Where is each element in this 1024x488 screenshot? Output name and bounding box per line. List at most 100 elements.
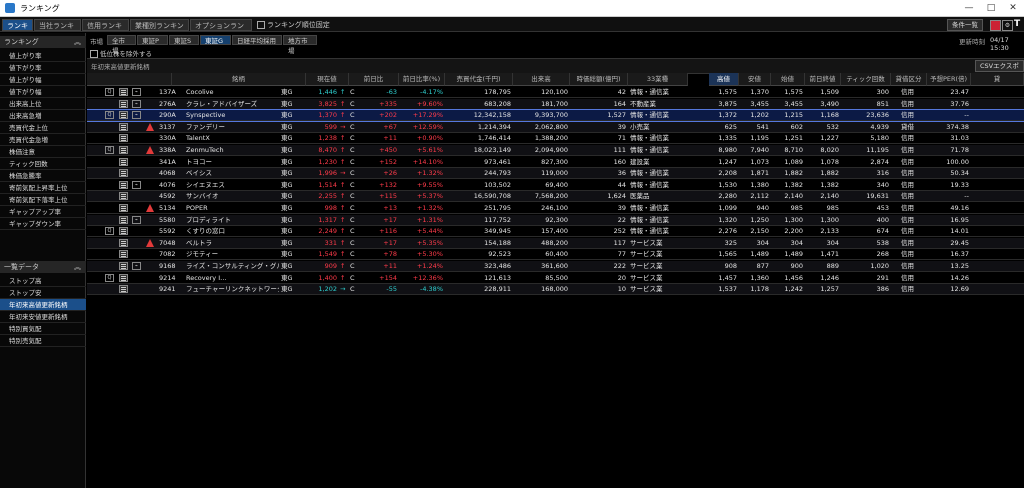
sidebar-item-3[interactable]: 値下がり幅 bbox=[0, 86, 86, 98]
sidebar-list-item-4[interactable]: 特別買気配 bbox=[0, 323, 86, 335]
column-header-7[interactable]: 33業種 bbox=[628, 73, 688, 86]
sidebar-item-9[interactable]: ティック回数 bbox=[0, 158, 86, 170]
market-tab-2[interactable]: 東証S bbox=[169, 35, 199, 45]
fix-ranking-checkbox[interactable] bbox=[257, 21, 265, 29]
chart-icon[interactable]: ⌁ bbox=[132, 88, 141, 96]
board-icon[interactable] bbox=[119, 111, 128, 120]
sidebar-item-14[interactable]: ギャップダウン率 bbox=[0, 218, 86, 230]
maximize-button[interactable]: □ bbox=[984, 1, 998, 15]
tab-0[interactable]: ランキング bbox=[2, 19, 33, 42]
fix-ranking-toggle[interactable]: ランキング順位固定 bbox=[257, 20, 330, 30]
column-header-13[interactable]: 貸借区分 bbox=[891, 73, 927, 86]
board-icon[interactable] bbox=[119, 227, 128, 236]
table-row[interactable]: 3137 ファンデリー 東G 599 → C +67 +12.59% 1,214,394 2,06… bbox=[87, 121, 1024, 133]
column-header-1[interactable]: 現在値 bbox=[306, 73, 349, 86]
stock-name[interactable]: TalentX bbox=[184, 133, 279, 143]
market-tab-3[interactable]: 東証G bbox=[200, 35, 231, 45]
column-header-8[interactable]: 高値 bbox=[709, 73, 739, 86]
table-row[interactable]: Q ⌁ 137A Cocolive 東G 1,446 ↑ C -63 -4.17% 178,795 1… bbox=[87, 87, 1024, 98]
sidebar-item-8[interactable]: 株価注意 bbox=[0, 146, 86, 158]
sidebar-list-item-5[interactable]: 特別売気配 bbox=[0, 335, 86, 347]
table-row[interactable]: 341A トヨコー 東G 1,230 ↑ C +152 +14.10% 973,461 827,3… bbox=[87, 157, 1024, 168]
collapse-chevron-icon[interactable]: ︽ bbox=[74, 36, 81, 48]
color-icon[interactable] bbox=[990, 20, 1001, 31]
table-row[interactable]: ⌁9168ライズ・コンサルティング・グル…東G909↑C+11+1.24%323… bbox=[87, 261, 1024, 272]
sidebar-list-item-0[interactable]: ストップ高 bbox=[0, 275, 86, 287]
sidebar-ranking-header[interactable]: ランキング ︽ bbox=[0, 36, 86, 48]
sidebar-item-4[interactable]: 出来高上位 bbox=[0, 98, 86, 110]
board-icon[interactable] bbox=[119, 204, 128, 212]
sidebar-item-0[interactable]: 値上がり率 bbox=[0, 50, 86, 62]
sidebar-list-item-1[interactable]: ストップ安 bbox=[0, 287, 86, 299]
column-header-14[interactable]: 予想PER(倍) bbox=[927, 73, 971, 86]
table-row[interactable]: Q 9214 Recovery I… 東G 1,400 ↑ C +154 +12.36% 121,… bbox=[87, 273, 1024, 284]
stock-name[interactable]: サンバイオ bbox=[184, 191, 279, 201]
chart-icon[interactable]: ⌁ bbox=[132, 215, 141, 224]
column-header-6[interactable]: 時価総額(億円) bbox=[570, 73, 628, 86]
table-row[interactable]: ⌁ 4076 シイエヌエス 東G 1,514 ↑ C +132 +9.55% 103,502 69,… bbox=[87, 180, 1024, 191]
close-button[interactable]: ✕ bbox=[1006, 1, 1020, 15]
condition-list-button[interactable]: 条件一覧 bbox=[947, 19, 983, 31]
stock-name[interactable]: ベイシス bbox=[184, 168, 279, 178]
board-icon[interactable] bbox=[119, 88, 128, 96]
stock-name[interactable]: シイエヌエス bbox=[184, 180, 279, 190]
stock-name[interactable]: ベルトラ bbox=[184, 238, 279, 248]
column-header-4[interactable]: 売買代金(千円) bbox=[445, 73, 513, 86]
market-tab-0[interactable]: 全市場 bbox=[107, 35, 136, 55]
exclude-low-price-toggle[interactable]: 低位株を除外する bbox=[90, 48, 152, 58]
board-icon[interactable] bbox=[119, 262, 128, 270]
board-icon[interactable] bbox=[119, 215, 128, 224]
sidebar-item-10[interactable]: 株価急騰率 bbox=[0, 170, 86, 182]
quote-icon[interactable]: Q bbox=[105, 111, 114, 120]
table-row[interactable]: 7048 ベルトラ 東G 331 ↑ C +17 +5.35% 154,188 488,200 11… bbox=[87, 237, 1024, 249]
column-header-11[interactable]: 前日終値 bbox=[805, 73, 841, 86]
csv-export-button[interactable]: CSVエクスポート bbox=[975, 60, 1024, 81]
column-header-12[interactable]: ティック回数 bbox=[841, 73, 891, 86]
stock-name[interactable]: クラレ・アドバイザーズ bbox=[184, 99, 279, 109]
table-row[interactable]: 9241 フューチャーリンクネットワーク 東G 1,202 → C -55 -4.38% 228… bbox=[87, 284, 1024, 296]
stock-name[interactable]: トヨコー bbox=[184, 157, 279, 167]
market-tab-5[interactable]: 地方市場 bbox=[283, 35, 317, 55]
stock-name[interactable]: ZenmuTech bbox=[184, 145, 279, 155]
tab-3[interactable]: 業種別ランキング bbox=[130, 19, 189, 42]
sidebar-item-1[interactable]: 値下がり率 bbox=[0, 62, 86, 74]
chart-icon[interactable]: ⌁ bbox=[132, 111, 141, 120]
tab-2[interactable]: 信用ランキング bbox=[82, 19, 129, 42]
tab-1[interactable]: 当社ランキング bbox=[34, 19, 81, 42]
quote-icon[interactable]: Q bbox=[105, 227, 114, 236]
board-icon[interactable] bbox=[119, 238, 128, 247]
table-row[interactable]: Q 5592 くすりの窓口 東G 2,249 ↑ C +116 +5.44% 349,945 157… bbox=[87, 226, 1024, 238]
board-icon[interactable] bbox=[119, 273, 128, 282]
table-row[interactable]: 330A TalentX 東G 1,238 ↑ C +11 +0.90% 1,746,414 1,… bbox=[87, 133, 1024, 145]
stock-name[interactable]: Recovery I… bbox=[184, 273, 279, 283]
board-icon[interactable] bbox=[119, 192, 128, 201]
chart-icon[interactable]: ⌁ bbox=[132, 99, 141, 108]
sidebar-item-6[interactable]: 売買代金上位 bbox=[0, 122, 86, 134]
stock-name[interactable]: Cocolive bbox=[184, 87, 279, 97]
stock-name[interactable]: ライズ・コンサルティング・グル… bbox=[184, 261, 279, 271]
column-header-15[interactable]: 貸 bbox=[971, 73, 1024, 86]
market-tab-1[interactable]: 東証P bbox=[137, 35, 168, 45]
stock-name[interactable]: くすりの窓口 bbox=[184, 226, 279, 236]
chart-icon[interactable]: ⌁ bbox=[132, 180, 141, 189]
sidebar-list-header[interactable]: 一覧データ ︽ bbox=[0, 261, 86, 273]
board-icon[interactable] bbox=[119, 157, 128, 166]
table-row[interactable]: ⌁ 5580 プロディライト 東G 1,317 ↑ C +17 +1.31% 117,752 92,… bbox=[87, 214, 1024, 226]
table-row[interactable]: 4068 ベイシス 東G 1,996 → C +26 +1.32% 244,793 119,000… bbox=[87, 168, 1024, 180]
chart-icon[interactable]: ⌁ bbox=[132, 262, 141, 270]
stock-name[interactable]: ファンデリー bbox=[184, 122, 279, 132]
sidebar-list-item-3[interactable]: 年初来安値更新銘柄 bbox=[0, 311, 86, 323]
table-row[interactable]: 4592 サンバイオ 東G 2,255 ↑ C +115 +5.37% 16,590,708 7,… bbox=[87, 191, 1024, 203]
sidebar-item-13[interactable]: ギャップアップ率 bbox=[0, 206, 86, 218]
stock-name[interactable]: ジモティー bbox=[184, 249, 279, 259]
board-icon[interactable] bbox=[119, 134, 128, 143]
text-size-icon[interactable]: T bbox=[1014, 19, 1020, 29]
table-row[interactable]: 7082 ジモティー 東G 1,549 ↑ C +78 +5.30% 92,523 60,400 7… bbox=[87, 249, 1024, 261]
table-row[interactable]: ⌁ 276A クラレ・アドバイザーズ 東G 3,825 ↑ C +335 +9.60% 683,2… bbox=[87, 98, 1024, 110]
table-row[interactable]: 5134 POPER 東G 998 ↑ C +13 +1.32% 251,795 246,100 3… bbox=[87, 203, 1024, 214]
sidebar-item-5[interactable]: 出来高急増 bbox=[0, 110, 86, 122]
board-icon[interactable] bbox=[119, 180, 128, 189]
collapse-chevron-icon[interactable]: ︽ bbox=[74, 261, 81, 273]
quote-icon[interactable]: Q bbox=[105, 273, 114, 282]
column-header-0[interactable]: 銘柄 bbox=[172, 73, 306, 86]
